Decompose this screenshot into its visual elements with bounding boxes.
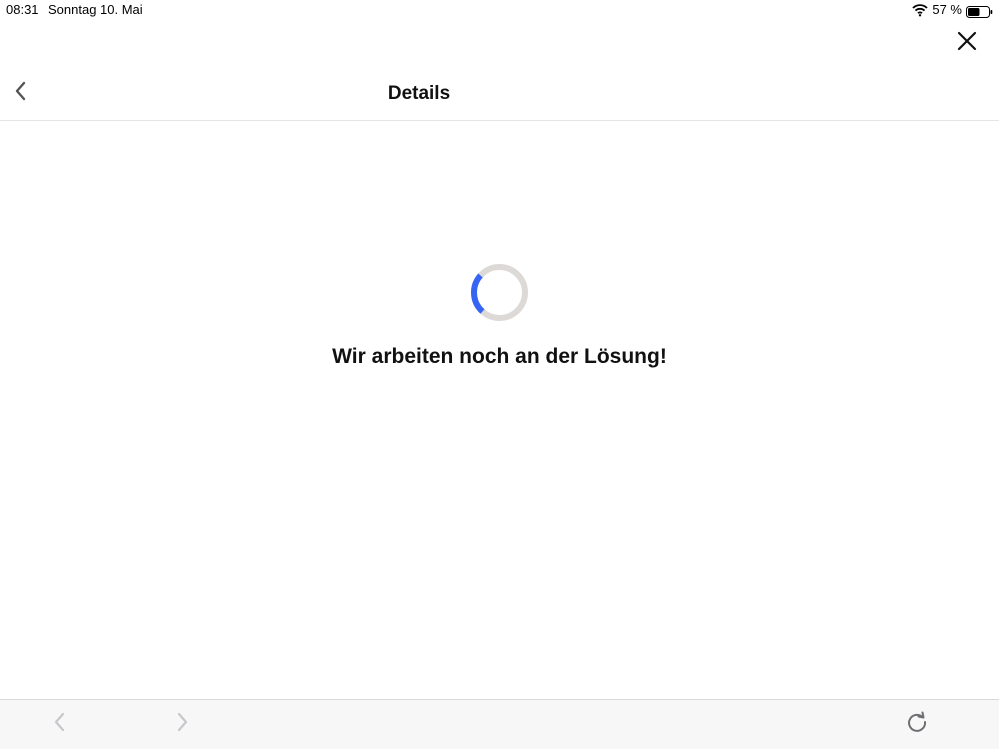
reload-button[interactable]	[905, 711, 929, 738]
browser-back-button[interactable]	[47, 712, 71, 736]
screen: 08:31 Sonntag 10. Mai 57 % Details Wir a…	[0, 0, 999, 749]
status-bar: 08:31 Sonntag 10. Mai 57 %	[0, 0, 999, 20]
close-button[interactable]	[955, 31, 979, 55]
battery-percentage: 57 %	[932, 2, 962, 17]
close-icon	[957, 31, 977, 56]
loading-message: Wir arbeiten noch an der Lösung!	[332, 345, 667, 368]
browser-toolbar	[0, 699, 999, 749]
wifi-icon	[912, 3, 928, 17]
battery-icon	[966, 4, 993, 18]
page-title: Details	[387, 83, 451, 104]
chevron-right-icon	[176, 711, 190, 738]
status-date: Sonntag 10. Mai	[48, 2, 143, 17]
reload-icon	[906, 711, 928, 738]
status-indicators: 57 %	[912, 0, 993, 20]
browser-forward-button[interactable]	[171, 712, 195, 736]
chevron-left-icon	[52, 711, 66, 738]
loading-spinner	[470, 263, 529, 322]
status-time: 08:31	[6, 2, 39, 17]
header-bar: Details	[0, 70, 999, 121]
